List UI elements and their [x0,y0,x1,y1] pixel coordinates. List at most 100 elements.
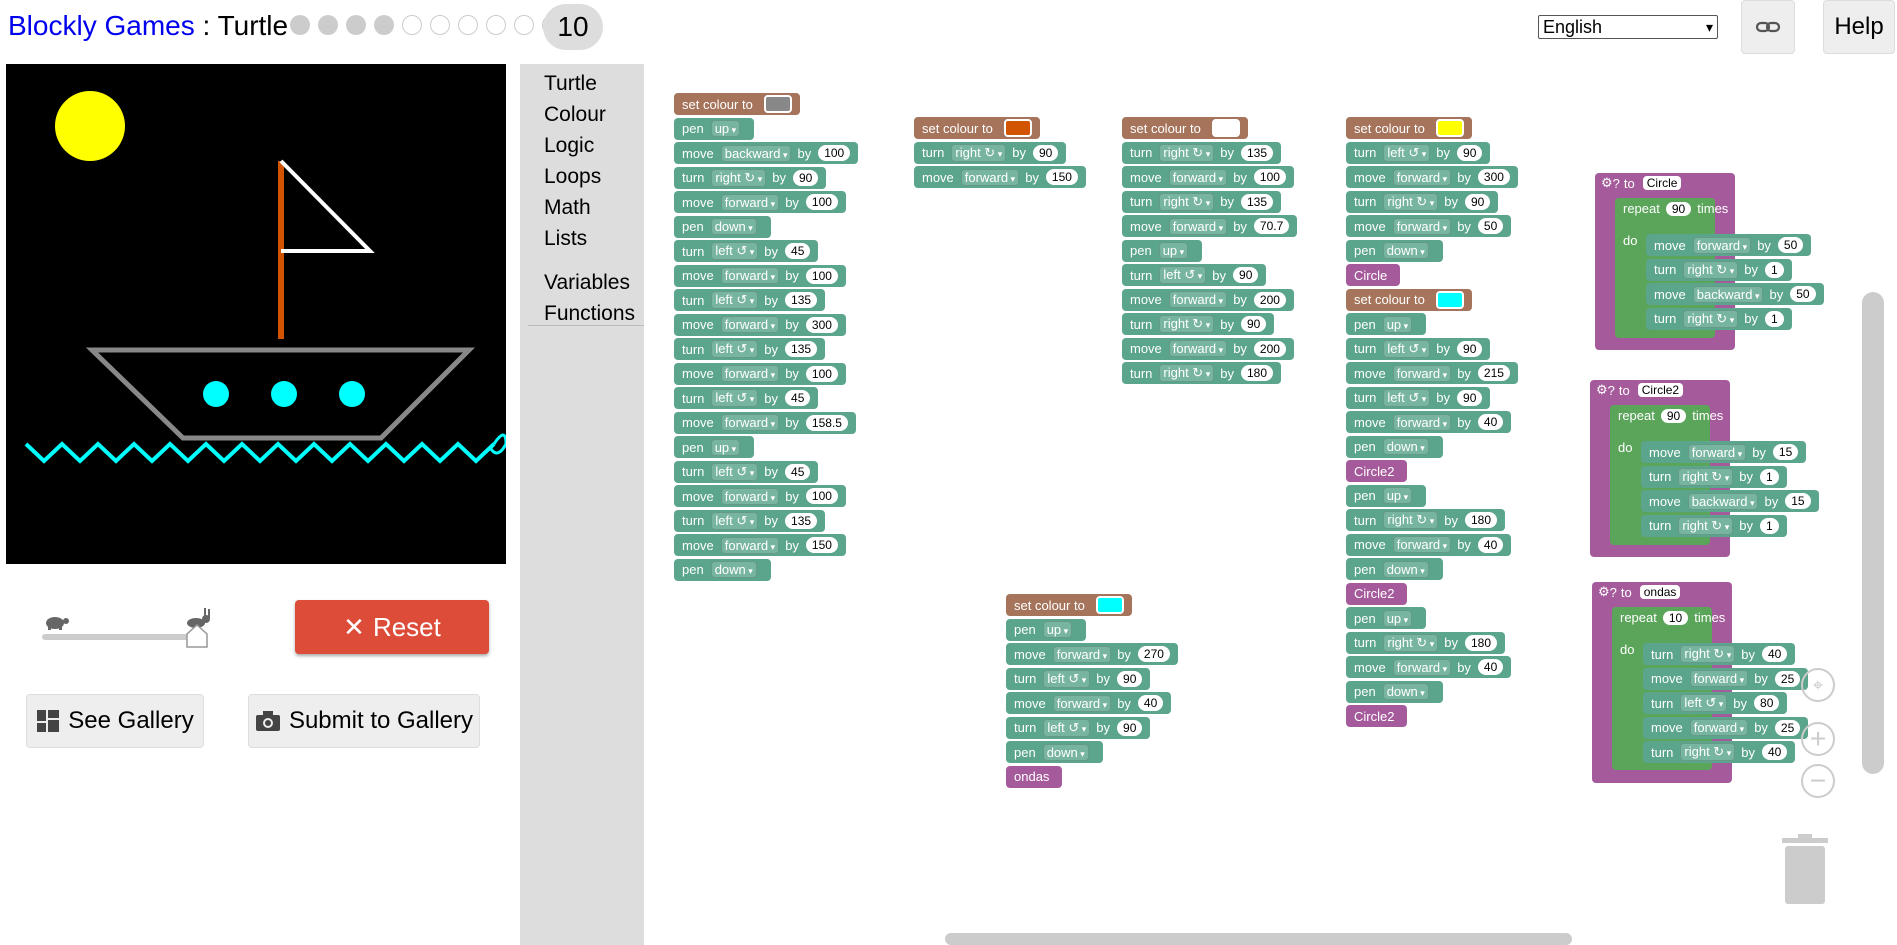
dropdown[interactable]: right ↻ [711,168,767,187]
turn-block[interactable]: turnright ↻by180 [1346,631,1505,654]
block-stack[interactable]: set colour toturnright ↻by135moveforward… [1122,117,1298,387]
dropdown[interactable]: left ↺ [1383,339,1431,358]
toolbox-variables[interactable]: Variables [544,271,630,295]
dropdown[interactable]: left ↺ [1043,669,1091,688]
number-field[interactable]: 50 [1477,218,1504,234]
procedure-call-block[interactable]: Circle [1346,264,1401,286]
colour-swatch[interactable] [1211,119,1240,137]
pen-block[interactable]: pen down [1006,741,1103,763]
dropdown[interactable]: backward [720,144,792,162]
pen-block[interactable]: pen down [1346,435,1443,458]
dropdown[interactable]: right ↻ [1683,260,1739,279]
block-stack[interactable]: set colour toturnleft ↺by90moveforwardby… [1346,117,1518,730]
turn-block[interactable]: turnleft ↺by135 [674,338,826,360]
turn-block[interactable]: turnleft ↺by90 [1346,141,1491,164]
number-field[interactable]: 90 [1464,193,1491,210]
trash-icon[interactable] [1782,834,1828,904]
number-field[interactable]: 90 [1457,340,1483,357]
number-field[interactable]: 1 [1764,310,1784,327]
dropdown[interactable]: down [710,218,757,235]
reset-button[interactable]: ✕ Reset [295,600,489,654]
dropdown[interactable]: right ↻ [1678,467,1734,486]
gear-icon[interactable]: ⚙ [1596,382,1608,398]
number-field[interactable]: 100 [805,365,838,382]
number-field[interactable]: 150 [1045,169,1078,185]
gear-icon[interactable]: ⚙ [1598,584,1610,600]
pen-block[interactable]: pen down [1346,239,1443,262]
dropdown[interactable]: forward [1689,719,1749,736]
move-block[interactable]: moveforwardby158.5 [674,411,856,434]
number-field[interactable]: 90 [1233,267,1259,283]
move-block[interactable]: moveforwardby300 [1346,166,1518,188]
number-field[interactable]: 1 [1759,517,1779,534]
dropdown[interactable]: up [1382,315,1413,333]
dropdown[interactable]: forward [720,316,780,333]
turn-block[interactable]: turnleft ↺by135 [674,509,826,532]
workspace[interactable]: set colour topenupmovebackwardby100turnr… [644,64,1897,945]
turn-block[interactable]: turnright ↻by1 [1646,258,1792,281]
dropdown[interactable]: down [1382,242,1429,259]
slider-thumb[interactable] [186,624,208,648]
number-field[interactable]: 300 [1477,169,1510,185]
dropdown[interactable]: right ↻ [951,143,1007,162]
procedure-call-block[interactable]: ondas [1006,765,1063,788]
turn-block[interactable]: turnleft ↺by90 [1346,337,1491,360]
set-colour-block[interactable]: set colour to [1346,117,1472,139]
pen-block[interactable]: pen down [674,558,771,581]
number-field[interactable]: 135 [785,341,818,357]
number-field[interactable]: 40 [1477,414,1504,430]
number-field[interactable]: 50 [1790,286,1816,302]
turn-block[interactable]: turnright ↻by1 [1646,307,1792,330]
procedure-call-block[interactable]: Circle2 [1346,582,1408,605]
dropdown[interactable]: forward [1392,413,1452,431]
dropdown[interactable]: left ↺ [1043,718,1091,737]
dropdown[interactable]: left ↺ [1680,694,1728,712]
dropdown[interactable]: left ↺ [1383,388,1431,407]
number-field[interactable]: 15 [1772,444,1799,460]
colour-swatch[interactable] [1435,119,1464,137]
move-block[interactable]: moveforwardby25 [1643,716,1809,739]
number-field[interactable]: 200 [1253,340,1286,357]
see-gallery-button[interactable]: See Gallery [26,694,204,748]
level-dot[interactable] [458,15,478,35]
block-stack[interactable]: set colour toturnright ↻by90moveforwardb… [914,117,1086,191]
turn-block[interactable]: turnleft ↺by80 [1643,692,1788,714]
pen-block[interactable]: pen up [1346,484,1427,507]
turn-block[interactable]: turnright ↻by135 [1122,190,1281,213]
dropdown[interactable]: forward [1392,168,1452,186]
colour-swatch[interactable] [1003,119,1032,137]
move-block[interactable]: moveforwardby150 [914,166,1086,188]
number-field[interactable]: 90 [792,169,819,186]
dropdown[interactable]: up [1382,609,1413,627]
dropdown[interactable]: right ↻ [1159,192,1215,211]
dropdown[interactable]: forward [720,536,780,554]
number-field[interactable]: 100 [1253,169,1286,185]
number-field[interactable]: 70.7 [1253,218,1290,234]
help-icon[interactable]: ? [1613,176,1620,191]
move-block[interactable]: moveforwardby100 [674,191,846,213]
pen-block[interactable]: pen up [1122,239,1203,262]
dropdown[interactable]: forward [1052,694,1112,712]
number-field[interactable]: 180 [1240,365,1273,381]
dropdown[interactable]: right ↻ [1383,633,1439,652]
number-field[interactable]: 45 [785,243,811,259]
number-field[interactable]: 135 [785,512,818,529]
dropdown[interactable]: left ↺ [711,340,759,358]
dropdown[interactable]: left ↺ [711,511,759,530]
dropdown[interactable]: down [1382,438,1429,455]
dropdown[interactable]: forward [720,414,780,431]
set-colour-block[interactable]: set colour to [1122,117,1248,139]
level-dot[interactable] [514,15,534,35]
number-field[interactable]: 45 [785,390,811,406]
number-field[interactable]: 150 [805,537,838,553]
toolbox-logic[interactable]: Logic [544,134,594,158]
turn-block[interactable]: turnleft ↺by45 [674,460,819,483]
dropdown[interactable]: left ↺ [711,291,759,309]
number-field[interactable]: 135 [1240,144,1273,161]
turn-block[interactable]: turnright ↻by40 [1643,741,1796,763]
dropdown[interactable]: forward [1168,168,1228,186]
dropdown[interactable]: up [710,438,741,456]
move-block[interactable]: moveforwardby40 [1346,656,1512,678]
turn-block[interactable]: turnright ↻by40 [1643,643,1796,665]
number-field[interactable]: 90 [1117,670,1143,687]
